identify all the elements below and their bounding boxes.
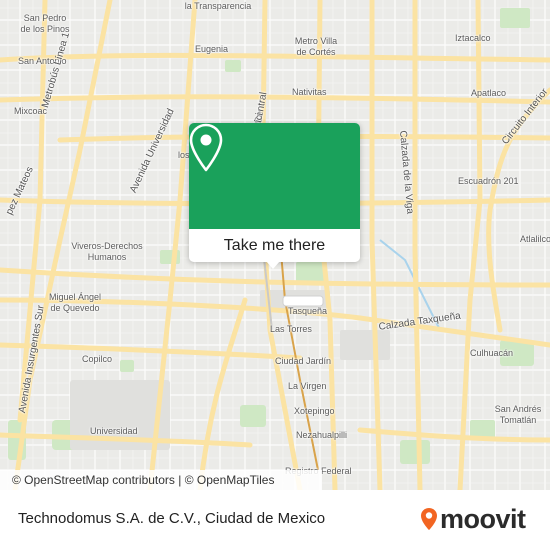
- place-label: Nativitas: [292, 87, 327, 97]
- place-label: Universidad: [90, 426, 138, 436]
- take-me-there-button[interactable]: Take me there: [189, 229, 360, 262]
- place-label: Viveros-Derechos Humanos: [71, 241, 143, 262]
- place-label: Xotepingo: [294, 406, 335, 416]
- place-label: los: [178, 150, 190, 160]
- popup-header: [189, 123, 360, 229]
- map-attribution[interactable]: © OpenStreetMap contributors | © OpenMap…: [0, 470, 322, 490]
- location-pin-icon: [189, 123, 223, 172]
- place-label: Iztacalco: [455, 33, 491, 43]
- place-label: la Transparencia: [184, 1, 252, 11]
- place-label: San Andrés Tomatlán: [494, 404, 542, 425]
- brand-name: moovit: [440, 504, 526, 534]
- place-label: Las Torres: [270, 324, 312, 334]
- map-view[interactable]: la Transparencia San Pedro de los Pinos …: [0, 0, 550, 490]
- place-label: Apatlaco: [471, 88, 507, 98]
- place-label: Tasqueña: [288, 306, 328, 316]
- place-label: Copilco: [82, 354, 113, 364]
- place-label: Culhuacán: [470, 348, 514, 358]
- place-label: Miguel Ángel de Quevedo: [48, 292, 102, 313]
- place-label: Nezahualpilli: [296, 430, 348, 440]
- moovit-logo: moovit: [421, 504, 527, 534]
- place-label: La Virgen: [288, 381, 327, 391]
- place-label: Metro Villa de Cortés: [294, 36, 338, 57]
- place-label: Mixcoac: [14, 106, 48, 116]
- place-label: Eugenia: [195, 44, 229, 54]
- place-label: Atlalilco: [520, 234, 550, 244]
- place-title: Technodomus S.A. de C.V., Ciudad de Mexi…: [18, 510, 326, 527]
- popup-pointer: [266, 261, 280, 269]
- place-label: Ciudad Jardín: [275, 356, 332, 366]
- destination-popup: Take me there: [189, 123, 360, 269]
- place-label: Escuadrón 201: [458, 176, 519, 186]
